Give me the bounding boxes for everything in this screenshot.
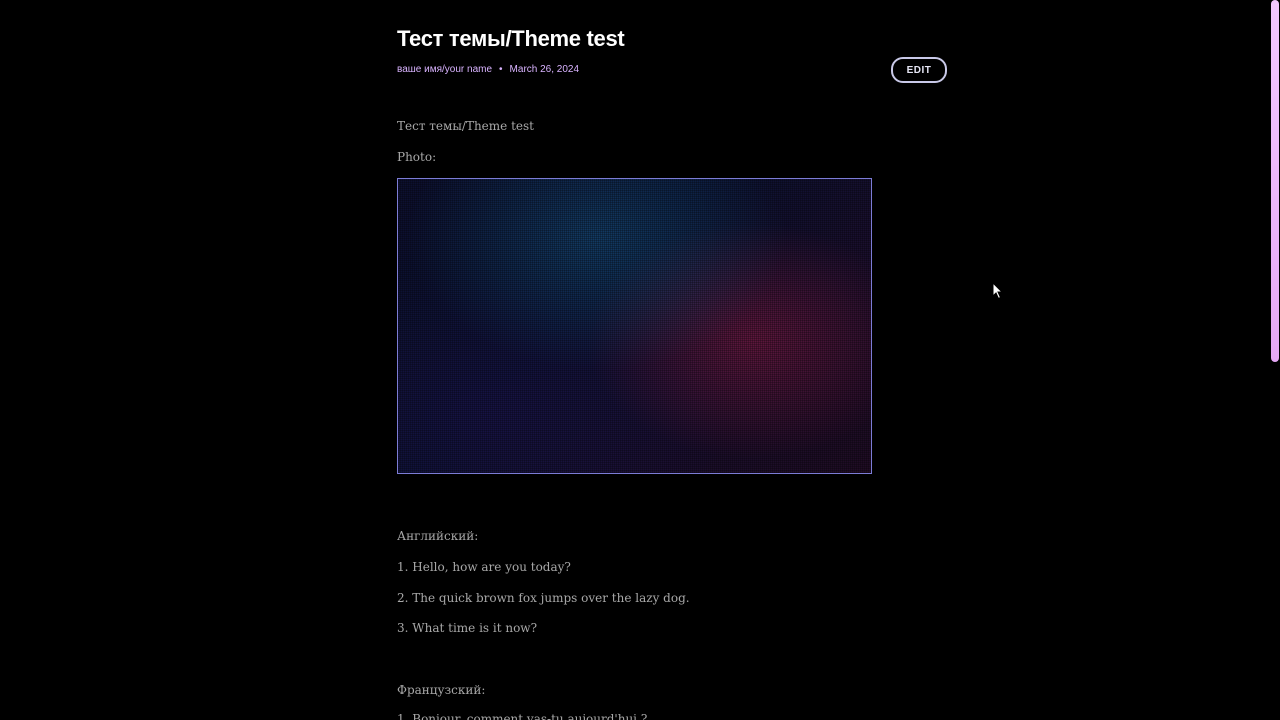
english-heading: Английский: — [397, 529, 479, 543]
post-author[interactable]: ваше имя/your name — [397, 64, 492, 75]
post-date[interactable]: March 26, 2024 — [510, 64, 580, 75]
english-item-2: 2. The quick brown fox jumps over the la… — [397, 591, 690, 605]
french-item-1: 1. Bonjour, comment vas-tu aujourd'hui ? — [397, 712, 648, 720]
french-heading: Французский: — [397, 683, 486, 697]
english-item-3: 3. What time is it now? — [397, 621, 538, 635]
post-container: Тест темы/Theme test ваше имя/your name … — [397, 0, 947, 720]
scrollbar-thumb[interactable] — [1271, 0, 1279, 362]
post-title: Тест темы/Theme test — [397, 26, 625, 51]
photo-label: Photo: — [397, 150, 437, 164]
meta-separator: • — [499, 64, 503, 75]
post-meta: ваше имя/your name • March 26, 2024 — [397, 64, 579, 75]
scrollbar-track[interactable] — [1270, 0, 1280, 720]
intro-text: Тест темы/Theme test — [397, 119, 534, 133]
post-photo — [397, 178, 872, 474]
edit-button[interactable]: EDIT — [891, 57, 947, 83]
mouse-pointer-icon — [992, 282, 1004, 300]
english-item-1: 1. Hello, how are you today? — [397, 560, 571, 574]
